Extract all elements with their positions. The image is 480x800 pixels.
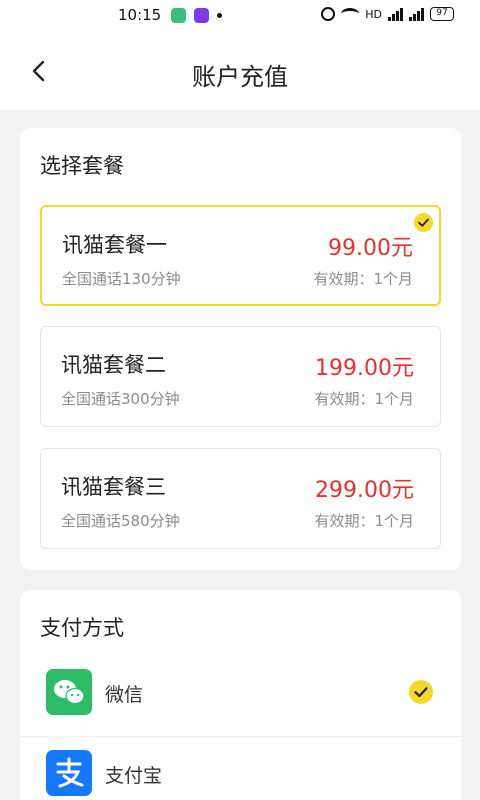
selected-check-icon [414, 213, 433, 232]
wechat-icon [46, 669, 92, 715]
signal-icon-2 [409, 7, 424, 21]
package-validity: 有效期：1个月 [313, 270, 413, 288]
payment-label: 微信 [105, 684, 144, 706]
package-validity: 有效期：1个月 [314, 390, 414, 408]
package-name: 讯猫套餐三 [61, 475, 166, 499]
package-option-1[interactable]: 讯猫套餐一 全国通话130分钟 99.00元 有效期：1个月 [40, 205, 441, 306]
status-time: 10:15 [118, 6, 162, 24]
package-name: 讯猫套餐一 [62, 233, 167, 257]
page-title: 账户充值 [192, 63, 288, 91]
signal-icon [388, 7, 403, 21]
package-option-3[interactable]: 讯猫套餐三 全国通话580分钟 299.00元 有效期：1个月 [40, 448, 441, 549]
app-header: 账户充值 [0, 32, 480, 110]
wifi-icon [341, 8, 360, 20]
package-section-title: 选择套餐 [40, 154, 124, 178]
package-validity: 有效期：1个月 [314, 512, 414, 530]
network-type: HD [365, 7, 382, 21]
selected-check-icon [409, 680, 433, 704]
package-price: 299.00元 [315, 478, 414, 503]
package-description: 全国通话130分钟 [62, 270, 181, 288]
package-price: 199.00元 [315, 356, 414, 381]
payment-option-alipay[interactable]: 支付宝 [20, 738, 461, 800]
payment-label: 支付宝 [105, 765, 163, 787]
package-name: 讯猫套餐二 [61, 353, 166, 377]
video-app-icon [194, 8, 209, 23]
battery-icon: 97 [430, 7, 454, 21]
package-description: 全国通话300分钟 [61, 390, 180, 408]
payment-option-wechat[interactable]: 微信 [20, 657, 461, 737]
alipay-icon [46, 750, 92, 796]
more-notifications-dot [217, 13, 222, 18]
status-bar: 10:15 HD 97 [0, 0, 480, 32]
package-price: 99.00元 [328, 236, 413, 261]
payment-card: 支付方式 微信 支付宝 [20, 590, 461, 800]
package-card: 选择套餐 讯猫套餐一 全国通话130分钟 99.00元 有效期：1个月 讯猫套餐… [20, 128, 461, 570]
alarm-icon [321, 7, 336, 21]
notification-app-icon [171, 8, 186, 23]
package-description: 全国通话580分钟 [61, 512, 180, 530]
payment-section-title: 支付方式 [40, 616, 124, 640]
status-indicators: HD 97 [321, 7, 454, 21]
package-option-2[interactable]: 讯猫套餐二 全国通话300分钟 199.00元 有效期：1个月 [40, 326, 441, 427]
